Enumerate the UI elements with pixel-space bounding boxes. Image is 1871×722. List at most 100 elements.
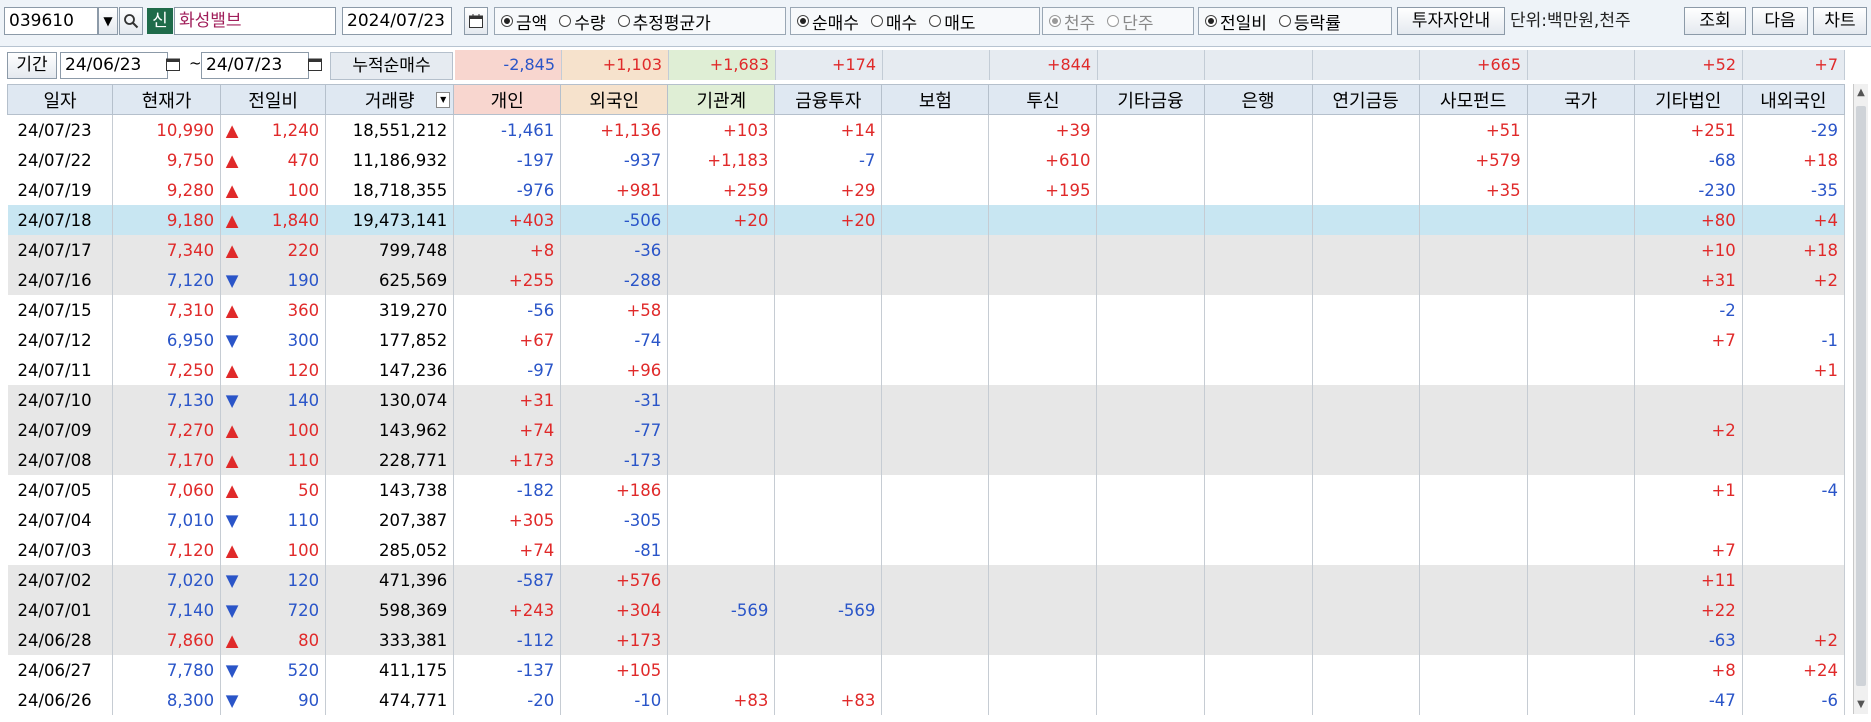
- cell-private-fund: [1419, 595, 1528, 625]
- table-row[interactable]: 24/07/16 7,120 ▼ 190 625,569 +255 -288 +31 +2: [7, 265, 1846, 295]
- period-to-input[interactable]: 24/07/23: [201, 52, 309, 79]
- cell-pension: [1312, 325, 1420, 355]
- volume-dropdown-icon[interactable]: ▼: [436, 92, 451, 108]
- scroll-down-icon[interactable]: ▼: [1854, 698, 1868, 712]
- cell-volume: 285,052: [325, 535, 455, 565]
- table-row[interactable]: 24/07/01 7,140 ▼ 720 598,369 +243 +304 -569 -569…: [7, 595, 1846, 625]
- col-header-other-finance[interactable]: 기타금융: [1096, 84, 1205, 115]
- cell-volume: 19,473,141: [325, 205, 455, 235]
- cell-bank: [1204, 355, 1313, 385]
- cell-insurance: [881, 175, 990, 205]
- table-row[interactable]: 24/06/27 7,780 ▼ 520 411,175 -137 +105 +8 +24: [7, 655, 1846, 685]
- table-row[interactable]: 24/07/15 7,310 ▲ 360 319,270 -56 +58 -2: [7, 295, 1846, 325]
- col-header-date[interactable]: 일자: [6, 84, 114, 115]
- cell-financial-investment: [774, 385, 883, 415]
- cell-other-corp: -63: [1634, 625, 1743, 655]
- cell-insurance: [881, 415, 990, 445]
- cell-government: [1527, 265, 1635, 295]
- period-label: 기간: [7, 52, 57, 79]
- mode-avg-price-radio[interactable]: 추정평균가: [617, 9, 711, 34]
- cell-bank: [1204, 145, 1313, 175]
- table-row[interactable]: 24/07/12 6,950 ▼ 300 177,852 +67 -74 +7 -1: [7, 325, 1846, 355]
- summary-other-corp: +52: [1635, 50, 1743, 80]
- search-icon[interactable]: [119, 7, 143, 35]
- from-calendar-icon[interactable]: [165, 56, 185, 84]
- table-row[interactable]: 24/07/22 9,750 ▲ 470 11,186,932 -197 -937 +1,18…: [7, 145, 1846, 175]
- col-header-financial-investment[interactable]: 금융투자: [774, 84, 883, 115]
- cell-investment-trust: [988, 265, 1098, 295]
- col-header-change[interactable]: 전일비: [220, 84, 327, 115]
- col-header-institution[interactable]: 기관계: [667, 84, 776, 115]
- net-buy-radio[interactable]: 순매수: [797, 9, 859, 34]
- col-header-pension[interactable]: 연기금등: [1311, 84, 1420, 115]
- col-header-individual[interactable]: 개인: [453, 84, 562, 115]
- query-button[interactable]: 조회: [1684, 7, 1746, 35]
- cell-other-corp: +31: [1634, 265, 1743, 295]
- period-from-input[interactable]: 24/06/23: [60, 52, 168, 79]
- cell-change-value: 190: [287, 270, 320, 290]
- vertical-scrollbar[interactable]: ▲ ▼: [1853, 84, 1868, 714]
- next-button[interactable]: 다음: [1752, 7, 1808, 35]
- table-row[interactable]: 24/07/03 7,120 ▲ 100 285,052 +74 -81 +7: [7, 535, 1846, 565]
- cell-price: 7,170: [112, 445, 222, 475]
- table-row[interactable]: 24/06/28 7,860 ▲ 80 333,381 -112 +173 -63 +2: [7, 625, 1846, 655]
- mode-quantity-radio[interactable]: 수량: [559, 9, 606, 34]
- cell-insurance: [881, 385, 990, 415]
- down-triangle-icon: ▼: [225, 570, 239, 590]
- chart-button[interactable]: 차트: [1813, 7, 1867, 35]
- date-input[interactable]: 2024/07/23: [342, 7, 452, 35]
- cell-change: ▼ 190: [220, 265, 327, 295]
- cell-other-corp: +11: [1634, 565, 1743, 595]
- table-row[interactable]: 24/07/17 7,340 ▲ 220 799,748 +8 -36 +10 +18: [7, 235, 1846, 265]
- cell-investment-trust: [988, 295, 1098, 325]
- table-row[interactable]: 24/06/26 8,300 ▼ 90 474,771 -20 -10 +83 +83 -47 -6: [7, 685, 1846, 715]
- change-rate-radio[interactable]: 등락률: [1278, 9, 1341, 34]
- cell-domestic-foreign: +2: [1742, 265, 1846, 295]
- cell-investment-trust: [988, 655, 1098, 685]
- col-header-government[interactable]: 국가: [1526, 84, 1635, 115]
- cell-private-fund: [1419, 535, 1528, 565]
- prev-day-radio[interactable]: 전일비: [1205, 9, 1267, 34]
- cell-price: 7,860: [112, 625, 222, 655]
- cell-bank: [1204, 685, 1313, 715]
- col-header-bank[interactable]: 은행: [1203, 84, 1313, 115]
- cell-financial-investment: +20: [774, 205, 883, 235]
- col-header-price[interactable]: 현재가: [112, 84, 222, 115]
- table-row[interactable]: 24/07/08 7,170 ▲ 110 228,771 +173 -173: [7, 445, 1846, 475]
- table-row[interactable]: 24/07/09 7,270 ▲ 100 143,962 +74 -77 +2: [7, 415, 1846, 445]
- col-header-other-corp[interactable]: 기타법인: [1633, 84, 1743, 115]
- table-row[interactable]: 24/07/19 9,280 ▲ 100 18,718,355 -976 +981 +259 +…: [7, 175, 1846, 205]
- scrollbar-thumb[interactable]: [1856, 106, 1866, 686]
- down-triangle-icon: ▼: [225, 600, 239, 620]
- col-header-insurance[interactable]: 보험: [881, 84, 990, 115]
- cell-individual: -137: [453, 655, 562, 685]
- calendar-icon[interactable]: [464, 7, 488, 35]
- mode-amount-radio[interactable]: 금액: [501, 9, 547, 34]
- code-dropdown-icon[interactable]: ▼: [98, 7, 118, 35]
- cell-other-finance: [1096, 145, 1205, 175]
- scroll-up-icon[interactable]: ▲: [1854, 86, 1868, 100]
- col-header-foreign[interactable]: 외국인: [560, 84, 669, 115]
- sell-radio[interactable]: 매도: [929, 9, 975, 34]
- thousand-shares-radio[interactable]: 천주: [1049, 9, 1095, 34]
- table-row[interactable]: 24/07/04 7,010 ▼ 110 207,387 +305 -305: [7, 505, 1846, 535]
- to-calendar-icon[interactable]: [307, 56, 327, 84]
- investor-info-button[interactable]: 투자자안내: [1397, 7, 1505, 35]
- table-row[interactable]: 24/07/02 7,020 ▼ 120 471,396 -587 +576 +11: [7, 565, 1846, 595]
- table-row[interactable]: 24/07/11 7,250 ▲ 120 147,236 -97 +96 +1: [7, 355, 1846, 385]
- table-row[interactable]: 24/07/18 9,180 ▲ 1,840 19,473,141 +403 -506 +20…: [7, 205, 1846, 235]
- col-header-private-fund[interactable]: 사모펀드: [1418, 84, 1528, 115]
- cell-date: 24/07/11: [7, 355, 114, 385]
- col-header-investment-trust[interactable]: 투신: [988, 84, 1098, 115]
- cell-financial-investment: [774, 565, 883, 595]
- buy-radio[interactable]: 매수: [870, 9, 917, 34]
- table-row[interactable]: 24/07/05 7,060 ▲ 50 143,738 -182 +186 +1 -4: [7, 475, 1846, 505]
- col-header-volume[interactable]: 거래량 ▼: [325, 84, 455, 115]
- single-shares-radio[interactable]: 단주: [1107, 9, 1154, 34]
- cell-private-fund: [1419, 265, 1528, 295]
- table-row[interactable]: 24/07/10 7,130 ▼ 140 130,074 +31 -31: [7, 385, 1846, 415]
- stock-code-input[interactable]: 039610: [4, 7, 98, 35]
- col-header-domestic-foreign[interactable]: 내외국인: [1741, 84, 1846, 115]
- stock-name-field[interactable]: 화성밸브: [174, 7, 336, 35]
- table-row[interactable]: 24/07/23 10,990 ▲ 1,240 18,551,212 -1,461 +1,1…: [7, 114, 1846, 145]
